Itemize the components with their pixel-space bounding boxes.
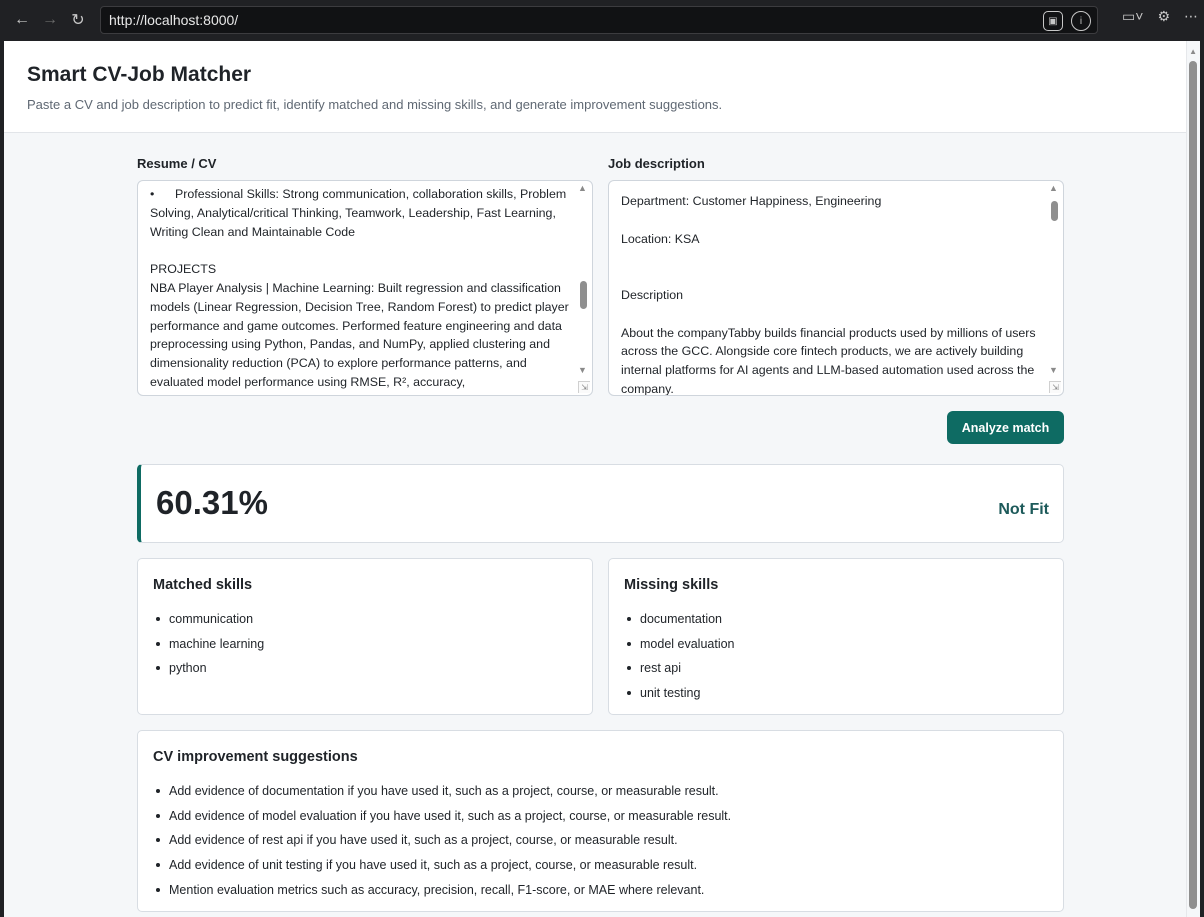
match-score: 60.31%	[156, 484, 268, 521]
scroll-up-icon[interactable]: ▲	[1189, 47, 1197, 56]
list-item: documentation	[624, 607, 735, 632]
extensions-icon[interactable]: ⚙	[1157, 8, 1170, 25]
list-item: Add evidence of rest api if you have use…	[153, 828, 731, 853]
reload-icon[interactable]: ↻	[65, 7, 91, 33]
more-menu-icon[interactable]: ⋯	[1184, 8, 1198, 25]
scroll-down-icon[interactable]: ▼	[1049, 365, 1058, 375]
missing-skills-card: Missing skills documentation model evalu…	[608, 558, 1064, 715]
job-scroll-thumb[interactable]	[1051, 201, 1058, 221]
matched-skills-list: communication machine learning python	[153, 607, 264, 681]
scroll-up-icon[interactable]: ▲	[578, 183, 587, 193]
url-text: http://localhost:8000/	[109, 12, 239, 28]
list-item: Mention evaluation metrics such as accur…	[153, 878, 731, 903]
list-item: Add evidence of documentation if you hav…	[153, 779, 731, 804]
score-card: 60.31% Not Fit	[137, 464, 1064, 543]
address-bar[interactable]: http://localhost:8000/ ▣ i	[100, 6, 1098, 34]
browser-toolbar: ← → ↻ http://localhost:8000/ ▣ i ▭˅ ⚙ ⋯	[0, 0, 1204, 41]
page-header: Smart CV-Job Matcher Paste a CV and job …	[4, 41, 1186, 133]
list-item: unit testing	[624, 681, 735, 706]
fit-verdict: Not Fit	[998, 501, 1049, 518]
resume-scroll-thumb[interactable]	[580, 281, 587, 309]
analyze-match-button[interactable]: Analyze match	[947, 411, 1064, 444]
resize-handle-icon[interactable]: ⇲	[1049, 381, 1061, 393]
page-subtitle: Paste a CV and job description to predic…	[27, 97, 723, 112]
list-item: python	[153, 656, 264, 681]
resume-text: • Professional Skills: Strong communicat…	[150, 187, 569, 389]
matched-skills-card: Matched skills communication machine lea…	[137, 558, 593, 715]
list-item: Add evidence of unit testing if you have…	[153, 853, 731, 878]
cast-icon[interactable]: ▭˅	[1122, 8, 1143, 25]
list-item: machine learning	[153, 632, 264, 657]
back-arrow-icon[interactable]: ←	[9, 7, 35, 33]
resize-handle-icon[interactable]: ⇲	[578, 381, 590, 393]
scroll-up-icon[interactable]: ▲	[1049, 183, 1058, 193]
list-item: Add evidence of model evaluation if you …	[153, 804, 731, 829]
info-icon[interactable]: i	[1071, 11, 1091, 31]
job-label: Job description	[608, 156, 705, 171]
page-viewport: Smart CV-Job Matcher Paste a CV and job …	[4, 41, 1200, 917]
list-item: model evaluation	[624, 632, 735, 657]
suggestions-card: CV improvement suggestions Add evidence …	[137, 730, 1064, 912]
job-scrollbar[interactable]: ▲ ▼	[1046, 181, 1063, 395]
job-textarea[interactable]: Department: Customer Happiness, Engineer…	[608, 180, 1064, 396]
matched-skills-title: Matched skills	[153, 577, 253, 593]
suggestions-title: CV improvement suggestions	[153, 749, 358, 765]
resume-label: Resume / CV	[137, 156, 217, 171]
resume-textarea[interactable]: • Professional Skills: Strong communicat…	[137, 180, 593, 396]
scroll-down-icon[interactable]: ▼	[578, 365, 587, 375]
page-scrollbar[interactable]: ▲	[1186, 41, 1200, 917]
resume-scrollbar[interactable]: ▲ ▼	[575, 181, 592, 395]
forward-arrow-icon[interactable]: →	[37, 7, 63, 33]
suggestions-list: Add evidence of documentation if you hav…	[153, 779, 731, 903]
missing-skills-list: documentation model evaluation rest api …	[624, 607, 735, 706]
list-item: rest api	[624, 656, 735, 681]
missing-skills-title: Missing skills	[624, 577, 719, 593]
page-title: Smart CV-Job Matcher	[27, 63, 252, 86]
job-text: Department: Customer Happiness, Engineer…	[621, 194, 1036, 396]
page-scroll-thumb[interactable]	[1189, 61, 1197, 909]
list-item: communication	[153, 607, 264, 632]
tab-switch-icon[interactable]: ▣	[1043, 11, 1063, 31]
